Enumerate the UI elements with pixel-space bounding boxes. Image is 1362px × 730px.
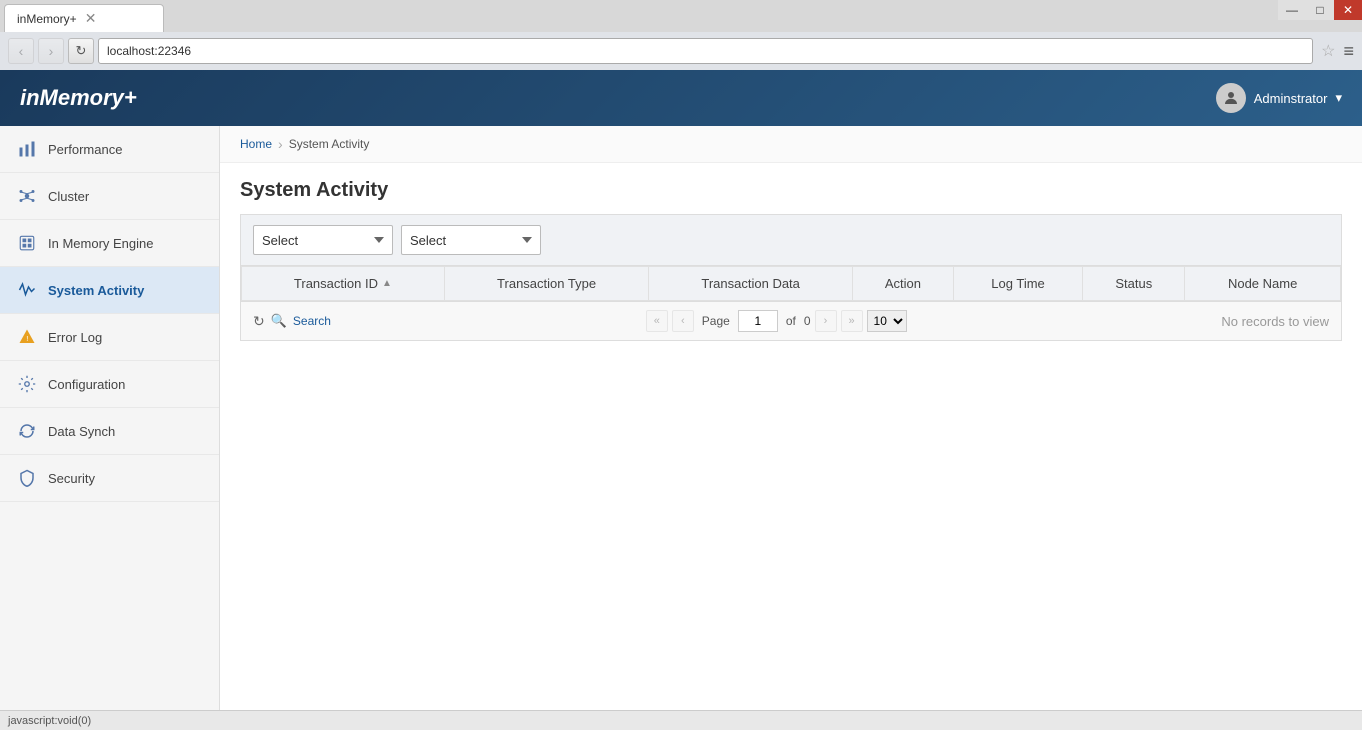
status-text: javascript:void(0) (8, 715, 91, 727)
chart-icon (16, 138, 38, 160)
th-log-time-label: Log Time (991, 276, 1044, 291)
breadcrumb-separator: › (278, 136, 283, 152)
bookmark-button[interactable]: ☆ (1321, 41, 1335, 61)
config-icon (16, 373, 38, 395)
sync-icon (16, 420, 38, 442)
security-icon (16, 467, 38, 489)
no-records-text: No records to view (1221, 314, 1329, 329)
filter-select-1[interactable]: Select Option 1 Option 2 (253, 225, 393, 255)
engine-icon (16, 232, 38, 254)
th-transaction-data: Transaction Data (649, 267, 853, 301)
sidebar: Performance Cluster (0, 126, 220, 710)
window-close-button[interactable]: ✕ (1334, 0, 1362, 20)
next-page-button[interactable]: › (815, 310, 837, 332)
svg-text:!: ! (26, 334, 28, 343)
sidebar-item-system-activity[interactable]: System Activity (0, 267, 219, 314)
browser-controls: ‹ › ↻ ☆ ≡ (0, 32, 1362, 70)
prev-page-button[interactable]: ‹ (672, 310, 694, 332)
browser-menu-button[interactable]: ≡ (1343, 41, 1354, 62)
page-title: System Activity (240, 179, 1342, 202)
th-status-label: Status (1115, 276, 1152, 291)
th-transaction-id[interactable]: Transaction ID ▲ (242, 267, 445, 301)
sidebar-item-security[interactable]: Security (0, 455, 219, 502)
sidebar-label-security: Security (48, 471, 95, 486)
breadcrumb-home[interactable]: Home (240, 137, 272, 151)
sidebar-label-data-synch: Data Synch (48, 424, 115, 439)
pagination-left: ↻ 🔍 Search (253, 313, 331, 330)
sort-icon: ▲ (382, 278, 392, 289)
pagination-center: « ‹ Page of 0 › » 10 25 50 (646, 310, 907, 332)
th-status: Status (1083, 267, 1185, 301)
back-button[interactable]: ‹ (8, 38, 34, 64)
search-icon: 🔍 (271, 313, 287, 329)
browser-titlebar: inMemory+ ✕ — □ ✕ ‹ › ↻ ☆ ≡ (0, 0, 1362, 70)
th-node-name: Node Name (1185, 267, 1341, 301)
th-log-time: Log Time (953, 267, 1082, 301)
th-node-name-label: Node Name (1228, 276, 1297, 291)
sidebar-item-in-memory-engine[interactable]: In Memory Engine (0, 220, 219, 267)
sidebar-item-configuration[interactable]: Configuration (0, 361, 219, 408)
sidebar-label-performance: Performance (48, 142, 122, 157)
first-page-button[interactable]: « (646, 310, 668, 332)
app-body: Performance Cluster (0, 126, 1362, 710)
error-icon: ! (16, 326, 38, 348)
window-minimize-button[interactable]: — (1278, 0, 1306, 20)
breadcrumb-current: System Activity (289, 137, 370, 151)
sidebar-label-in-memory-engine: In Memory Engine (48, 236, 154, 251)
th-transaction-type: Transaction Type (444, 267, 649, 301)
filter-select-2[interactable]: Select Option 1 Option 2 (401, 225, 541, 255)
user-area: Adminstrator ▾ (1216, 83, 1342, 113)
th-action: Action (853, 267, 954, 301)
page-header: System Activity (220, 163, 1362, 214)
sidebar-item-cluster[interactable]: Cluster (0, 173, 219, 220)
user-avatar (1216, 83, 1246, 113)
th-action-label: Action (885, 276, 921, 291)
total-pages: 0 (804, 314, 811, 328)
sidebar-label-error-log: Error Log (48, 330, 102, 345)
page-size-select[interactable]: 10 25 50 (867, 310, 907, 332)
table-header-row: Transaction ID ▲ Transaction Type Transa… (242, 267, 1341, 301)
activity-icon (16, 279, 38, 301)
of-label: of (786, 314, 796, 328)
cluster-icon (16, 185, 38, 207)
sidebar-item-data-synch[interactable]: Data Synch (0, 408, 219, 455)
th-transaction-type-label: Transaction Type (497, 276, 596, 291)
sidebar-label-system-activity: System Activity (48, 283, 144, 298)
user-name: Adminstrator (1254, 91, 1328, 106)
data-table: Transaction ID ▲ Transaction Type Transa… (241, 266, 1341, 301)
table-footer: ↻ 🔍 Search « ‹ Page of 0 › » (241, 301, 1341, 340)
main-content: Home › System Activity System Activity S… (220, 126, 1362, 710)
browser-tab[interactable]: inMemory+ ✕ (4, 4, 164, 32)
filter-bar: Select Option 1 Option 2 Select Option 1… (241, 215, 1341, 266)
page-number-input[interactable] (738, 310, 778, 332)
th-transaction-id-label: Transaction ID (294, 276, 378, 291)
content-panel: Select Option 1 Option 2 Select Option 1… (240, 214, 1342, 341)
sidebar-label-cluster: Cluster (48, 189, 89, 204)
forward-button[interactable]: › (38, 38, 64, 64)
refresh-icon[interactable]: ↻ (253, 313, 265, 330)
user-dropdown-icon[interactable]: ▾ (1335, 90, 1342, 106)
th-transaction-data-label: Transaction Data (701, 276, 800, 291)
address-bar[interactable] (98, 38, 1313, 64)
sidebar-item-performance[interactable]: Performance (0, 126, 219, 173)
tab-close-button[interactable]: ✕ (85, 10, 97, 27)
tab-title: inMemory+ (17, 12, 77, 26)
status-bar: javascript:void(0) (0, 710, 1362, 730)
app-wrapper: inMemory+ Adminstrator ▾ Perfo (0, 70, 1362, 730)
last-page-button[interactable]: » (841, 310, 863, 332)
no-records-area: No records to view (1221, 314, 1329, 329)
sidebar-label-configuration: Configuration (48, 377, 125, 392)
app-header: inMemory+ Adminstrator ▾ (0, 70, 1362, 126)
window-maximize-button[interactable]: □ (1306, 0, 1334, 20)
sidebar-item-error-log[interactable]: ! Error Log (0, 314, 219, 361)
breadcrumb: Home › System Activity (220, 126, 1362, 163)
refresh-button[interactable]: ↻ (68, 38, 94, 64)
page-label: Page (702, 314, 730, 328)
app-logo: inMemory+ (20, 85, 137, 111)
search-label[interactable]: Search (293, 314, 331, 328)
